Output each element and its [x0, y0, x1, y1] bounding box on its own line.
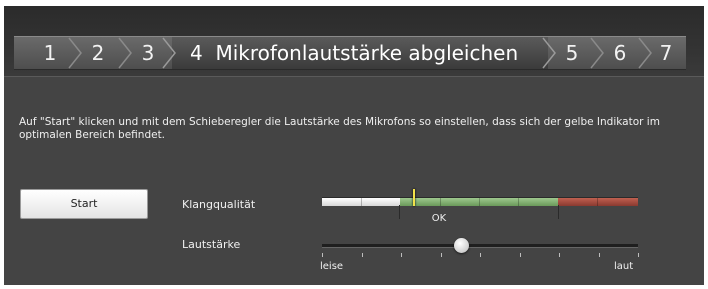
step-7[interactable]: 7	[654, 37, 678, 69]
chevron-separator-icon	[162, 37, 176, 69]
volume-slider-tick	[322, 253, 323, 257]
volume-slider-tick	[362, 253, 363, 257]
step-number: 2	[91, 41, 105, 65]
volume-slider-tick	[520, 253, 521, 257]
volume-slider-thumb[interactable]	[454, 238, 470, 253]
volume-slider-tick	[401, 253, 402, 257]
step-4-active[interactable]: 4 Mikrofonlautstärke abgleichen	[190, 37, 518, 69]
chevron-separator-icon	[638, 37, 652, 69]
instructions-text: Auf "Start" klicken und mit dem Schieber…	[19, 116, 660, 141]
step-number: 3	[141, 41, 155, 65]
step-number: 7	[659, 41, 673, 65]
volume-slider-tick	[480, 253, 481, 257]
step-2[interactable]: 2	[86, 37, 110, 69]
step-1[interactable]: 1	[38, 37, 62, 69]
volume-slider-tick	[559, 253, 560, 257]
step-number: 4	[190, 41, 203, 65]
chevron-separator-icon	[590, 37, 604, 69]
sound-quality-label: Klangqualität	[182, 198, 256, 211]
step-3[interactable]: 3	[136, 37, 160, 69]
start-button[interactable]: Start	[20, 189, 148, 219]
meter-zone-high	[558, 198, 638, 206]
microphone-calibration-panel: 1 2 3 4 Mikrofonlautstärke abgleichen 5 …	[4, 6, 704, 285]
chevron-separator-icon	[542, 37, 556, 69]
step-title: Mikrofonlautstärke abgleichen	[215, 41, 519, 65]
meter-segment-divider	[597, 198, 598, 206]
step-number: 1	[43, 41, 57, 65]
volume-slider-tick	[441, 253, 442, 257]
volume-max-label: laut	[614, 261, 634, 272]
meter-segment-divider	[361, 198, 362, 206]
volume-slider-track[interactable]	[322, 244, 638, 248]
chevron-separator-icon	[118, 37, 132, 69]
volume-slider-tick	[638, 253, 639, 257]
step-5[interactable]: 5	[560, 37, 584, 69]
chevron-separator-icon	[68, 37, 82, 69]
header-divider	[4, 76, 704, 77]
step-6[interactable]: 6	[608, 37, 632, 69]
step-number: 5	[565, 41, 579, 65]
sound-quality-indicator	[412, 189, 415, 206]
wizard-stepper: 1 2 3 4 Mikrofonlautstärke abgleichen 5 …	[14, 36, 686, 70]
step-number: 6	[613, 41, 627, 65]
volume-slider-tick	[599, 253, 600, 257]
volume-min-label: leise	[320, 261, 344, 272]
ok-range-label: OK	[431, 213, 447, 224]
volume-label: Lautstärke	[182, 238, 241, 251]
